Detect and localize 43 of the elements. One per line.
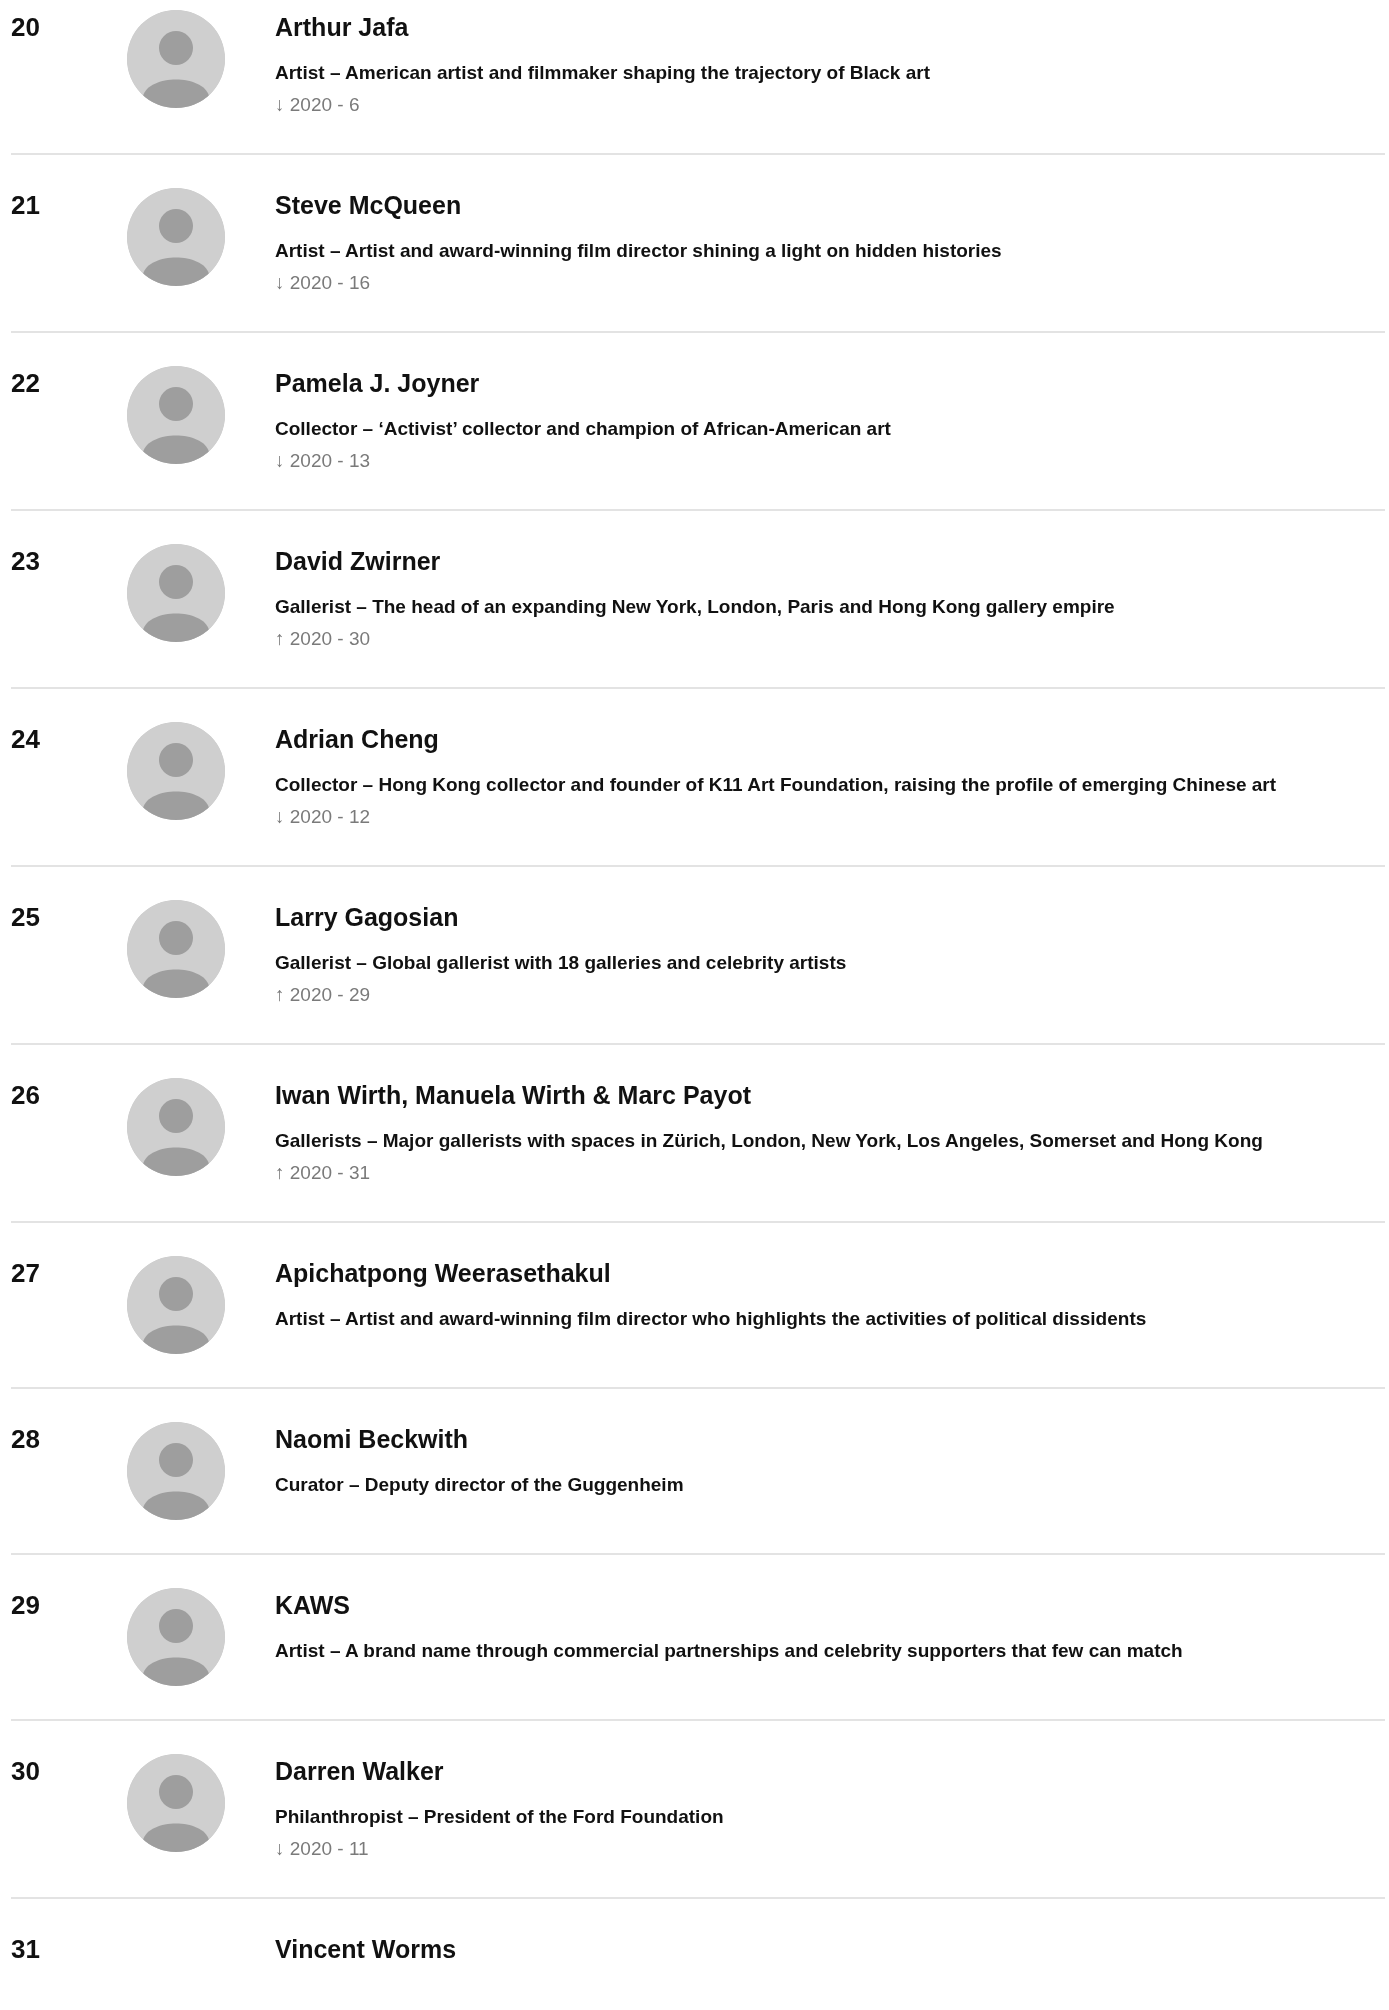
rank-number: 27 [11,1257,41,1290]
person-name: Darren Walker [275,1756,444,1787]
person-name: Pamela J. Joyner [275,368,480,399]
rank-number: 29 [11,1589,41,1622]
person-name: Vincent Worms [275,1934,457,1965]
previous-rank: ↓ 2020 - 13 [275,449,371,473]
person-name: Iwan Wirth, Manuela Wirth & Marc Payot [275,1080,751,1111]
previous-rank: ↓ 2020 - 6 [275,93,360,117]
person-description: Artist – A brand name through commercial partnerships and celebrity supporters that few can match [275,1639,1183,1663]
person-name: David Zwirner [275,546,441,577]
person-description: Artist – American artist and filmmaker shaping the trajectory of Black art [275,61,930,85]
rank-number: 26 [11,1079,41,1112]
person-name: KAWS [275,1590,350,1621]
rank-number: 22 [11,367,41,400]
previous-rank: ↓ 2020 - 12 [275,805,371,829]
person-name: Naomi Beckwith [275,1424,469,1455]
person-name: Apichatpong Weerasethakul [275,1258,611,1289]
rank-number: 20 [11,11,41,44]
rank-number: 28 [11,1423,41,1456]
person-description: Collector – ‘Activist’ collector and champion of African-American art [275,417,891,441]
rank-number: 25 [11,901,41,934]
person-description: Artist – Artist and award-winning film director shining a light on hidden histories [275,239,1002,263]
previous-rank: ↓ 2020 - 16 [275,271,371,295]
person-description: Collector – Hong Kong collector and founder of K11 Art Foundation, raising the profile of emerging Chinese art [275,773,1277,797]
rank-number: 30 [11,1755,41,1788]
rank-number: 24 [11,723,41,756]
previous-rank: ↑ 2020 - 30 [275,627,371,651]
previous-rank: ↓ 2020 - 11 [275,1837,369,1861]
person-name: Arthur Jafa [275,12,409,43]
person-name: Adrian Cheng [275,724,439,755]
person-description: Gallerist – The head of an expanding New York, London, Paris and Hong Kong gallery empire [275,595,1115,619]
previous-rank: ↑ 2020 - 29 [275,983,371,1007]
previous-rank: ↑ 2020 - 31 [275,1161,371,1185]
person-description: Artist – Artist and award-winning film director who highlights the activities of political dissidents [275,1307,1147,1331]
person-description: Gallerists – Major gallerists with spaces in Zürich, London, New York, Los Angeles, Somerset and Hong Kong [275,1129,1263,1153]
person-description: Philanthropist – President of the Ford Foundation [275,1805,724,1829]
rank-number: 23 [11,545,41,578]
rank-number: 21 [11,189,41,222]
person-name: Steve McQueen [275,190,462,221]
person-name: Larry Gagosian [275,902,459,933]
rank-number: 31 [11,1933,41,1966]
person-description: Gallerist – Global gallerist with 18 galleries and celebrity artists [275,951,847,975]
person-description: Curator – Deputy director of the Guggenheim [275,1473,684,1497]
